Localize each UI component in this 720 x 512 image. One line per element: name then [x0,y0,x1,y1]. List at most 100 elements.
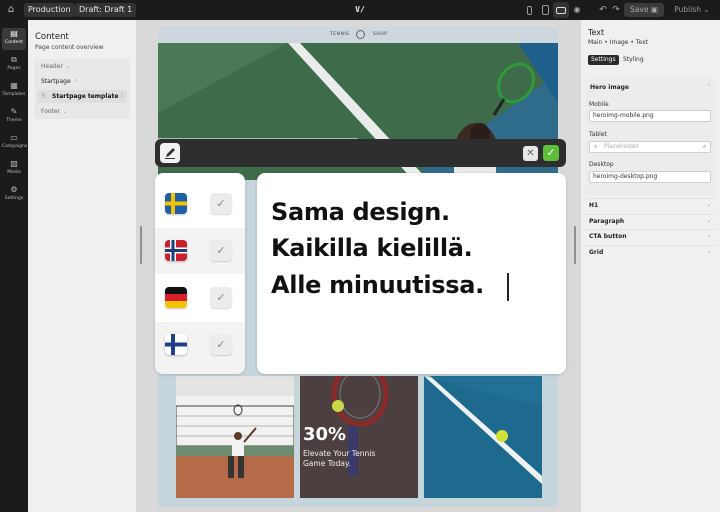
save-icon: ▣ [650,5,658,14]
tree-item-startpage-template[interactable]: ⠿ Startpage template ⋮ [37,90,127,103]
desktop-view-icon[interactable] [553,2,569,18]
publish-button[interactable]: Publish ⌄ [670,3,714,17]
tree-item-label: Startpage template [52,93,119,100]
rail-item-templates[interactable]: ▦ Templates [2,80,26,102]
promo-line-1: Elevate Your Tennis [303,449,376,458]
language-checkbox[interactable]: ✓ [210,287,232,308]
check-icon: ✓ [216,244,226,257]
content-panel: Content Page content overview Header ⌄ St… [28,20,136,512]
top-bar: ⌂ Production Draft: Draft 1 V/ ◉ ↶ ↷ Sav… [0,0,720,20]
hero-image-section: Hero image ⌃ Mobile heroimg-mobile.png T… [585,78,716,194]
section-title[interactable]: Hero image [590,84,629,91]
promo-text: Elevate Your Tennis Game Today. [303,449,375,469]
headline-line-2[interactable]: Kaikilla kielillä. [271,234,473,262]
panel-title: Content [35,32,69,42]
grid-promo-card[interactable]: 30% Elevate Your Tennis Game Today. [300,376,418,498]
language-checkbox[interactable]: ✓ [210,240,232,261]
language-row-swedish[interactable]: ✓ [155,181,245,227]
tab-styling[interactable]: Styling [620,55,647,65]
language-checkbox[interactable]: ✓ [210,334,232,355]
breadcrumb-item[interactable]: Image [610,39,629,46]
nav-link-tennis[interactable]: TENNIS [330,32,350,37]
pages-icon: ⧉ [11,55,17,64]
draft-button[interactable]: Draft: Draft 1 [75,3,137,17]
tree-item-header[interactable]: Header ⌄ [41,63,70,70]
germany-flag-icon [165,287,187,308]
check-icon: ✓ [216,338,226,351]
section-cta-button[interactable]: CTA button ⌄ [585,229,716,242]
section-h1[interactable]: H1 ⌄ [585,198,716,211]
desktop-label: Desktop [589,161,614,168]
tablet-label: Tablet [589,131,607,138]
language-checkbox[interactable]: ✓ [210,193,232,214]
promo-percent: 30% [303,424,347,445]
section-paragraph[interactable]: Paragraph ⌄ [585,214,716,227]
grid-image-court[interactable] [424,376,542,498]
language-row-german[interactable]: ✓ [155,275,245,321]
app-logo: V/ [355,5,365,14]
chevron-down-icon: ⌄ [703,5,710,14]
close-icon: ✕ [526,148,535,159]
promo-line-2: Game Today. [303,459,351,468]
breadcrumb: Main • Image • Text [588,39,648,46]
norway-flag-icon [165,240,187,261]
publish-label: Publish [674,5,702,14]
properties-panel: Text Main • Image • Text Settings Stylin… [581,20,720,512]
drag-handle-icon[interactable]: ⠿ [41,93,45,100]
canvas-scrollbar-left[interactable] [140,226,142,264]
canvas-scrollbar-right[interactable] [574,226,576,264]
language-row-finnish[interactable]: ✓ [155,322,245,374]
chevron-down-icon: ⌄ [707,249,712,255]
check-icon: ✓ [216,197,226,210]
rail-item-media[interactable]: ▨ Media [2,158,26,180]
rail-item-theme[interactable]: ✎ Theme [2,106,26,128]
breadcrumb-item[interactable]: Text [636,39,648,46]
redo-icon[interactable]: ↷ [610,3,622,17]
tree-item-footer[interactable]: Footer ⌄ [41,108,67,115]
language-row-norwegian[interactable]: ✓ [155,228,245,274]
content-tree: Header ⌄ Startpage ⌃ ⠿ Startpage template … [34,59,130,119]
desktop-image-field[interactable]: heroimg-desktop.png [589,171,711,183]
rail-item-label: Templates [2,92,26,97]
chevron-down-icon: ⌄ [65,64,71,70]
rail-item-label: Pages [7,66,21,71]
confirm-button[interactable]: ✓ [543,145,559,161]
rail-item-pages[interactable]: ⧉ Pages [2,54,26,76]
icon-rail: ▤ Content ⧉ Pages ▦ Templates ✎ Theme ▭ … [0,20,28,512]
preview-eye-icon[interactable]: ◉ [571,3,583,17]
undo-icon[interactable]: ↶ [597,3,609,17]
rail-item-settings[interactable]: ⚙ Settings [2,184,26,206]
rail-item-content[interactable]: ▤ Content [2,28,26,50]
environment-button[interactable]: Production [24,3,75,17]
search-icon[interactable]: ⌕ [703,143,706,151]
edit-pencil-button[interactable] [160,143,180,163]
more-icon[interactable]: ⋮ [119,92,125,99]
text-caret [507,273,509,301]
tablet-view-icon[interactable] [537,2,553,18]
check-icon: ✓ [216,291,226,304]
chevron-up-icon[interactable]: ⌃ [707,84,711,90]
section-title: Paragraph [589,218,625,225]
text-editor-card[interactable]: Sama design. Kaikilla kielillä. Alle min… [257,173,566,374]
mobile-image-field[interactable]: heroimg-mobile.png [589,110,711,122]
tab-settings[interactable]: Settings [588,55,619,65]
headline-line-1[interactable]: Sama design. [271,198,450,226]
nav-link-shop[interactable]: SHOP [373,32,388,37]
home-icon[interactable]: ⌂ [4,3,18,17]
gear-icon: ⚙ [10,185,18,194]
mobile-view-icon[interactable] [521,2,537,18]
image-icon: ▨ [10,159,18,168]
tree-item-label: Footer [41,108,61,115]
rail-item-campaigns[interactable]: ▭ Campaigns [2,132,27,154]
tree-item-label: Header [41,63,63,70]
section-grid[interactable]: Grid ⌄ [585,245,716,258]
breadcrumb-item[interactable]: Main [588,39,602,46]
grid-image-player[interactable] [176,376,294,498]
campaigns-icon: ▭ [10,133,18,142]
headline-line-3[interactable]: Alle minuutissa. [271,271,484,299]
tree-item-startpage[interactable]: Startpage ⌃ [41,78,78,85]
discard-button[interactable]: ✕ [523,146,538,161]
tablet-image-field[interactable]: Placeholder [589,141,711,153]
search-icon: ⌕ [594,143,598,150]
save-button[interactable]: Save ▣ [624,3,664,17]
